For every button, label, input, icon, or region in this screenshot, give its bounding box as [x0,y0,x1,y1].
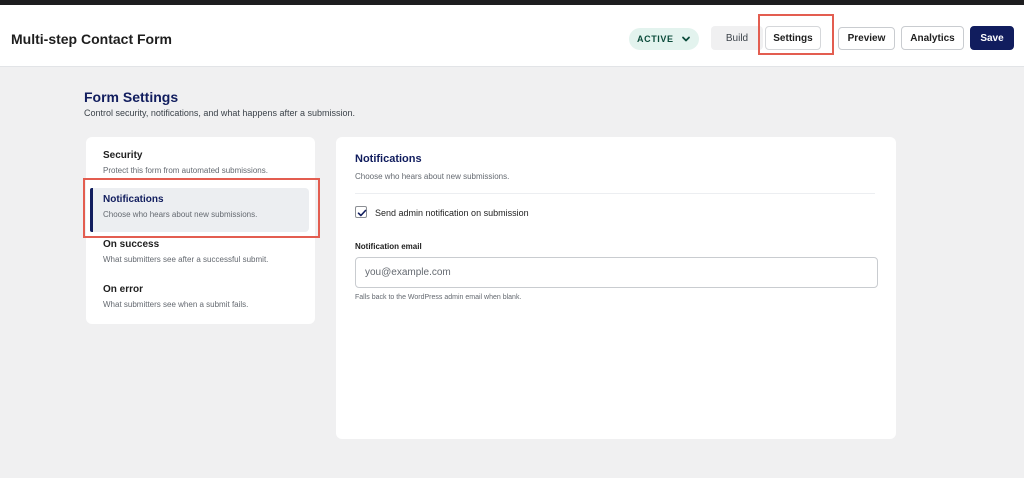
sidebar-item-description: What submitters see after a successful s… [103,255,269,264]
preview-button[interactable]: Preview [838,27,895,50]
notification-email-input[interactable] [355,257,878,288]
admin-notification-label[interactable]: Send admin notification on submission [375,208,529,218]
analytics-button[interactable]: Analytics [901,26,964,50]
sidebar-item-on-error[interactable]: On error What submitters see when a subm… [90,278,309,322]
admin-notification-checkbox[interactable] [355,206,367,218]
sidebar-item-notifications[interactable]: Notifications Choose who hears about new… [90,188,309,232]
page-title: Form Settings [84,89,179,105]
form-title: Multi-step Contact Form [11,31,172,47]
sidebar-item-label: Notifications [103,194,164,205]
save-button[interactable]: Save [970,26,1014,50]
notification-email-help: Falls back to the WordPress admin email … [355,294,522,301]
sidebar-item-label: On success [103,239,160,250]
section-title: Notifications [355,153,422,165]
status-label: ACTIVE [637,34,674,44]
sidebar-item-description: Protect this form from automated submiss… [103,166,268,175]
settings-sidebar: Security Protect this form from automate… [86,137,315,324]
sidebar-item-label: Security [103,150,143,161]
sidebar-item-on-success[interactable]: On success What submitters see after a s… [90,233,309,277]
sidebar-item-description: Choose who hears about new submissions. [103,210,258,219]
status-dropdown[interactable]: ACTIVE [629,28,699,50]
form-header: Multi-step Contact Form ACTIVE Build Set… [0,5,1024,67]
notifications-panel: Notifications Choose who hears about new… [336,137,896,439]
section-subtitle: Choose who hears about new submissions. [355,172,510,181]
section-divider [355,193,875,194]
sidebar-item-security[interactable]: Security Protect this form from automate… [90,144,309,188]
sidebar-item-description: What submitters see when a submit fails. [103,300,249,309]
page-subtitle: Control security, notifications, and wha… [84,108,355,118]
notification-email-label: Notification email [355,242,422,251]
settings-tab[interactable]: Settings [765,26,821,50]
chevron-down-icon [682,36,690,42]
checkmark-icon [357,209,367,217]
sidebar-item-label: On error [103,284,144,295]
build-tab[interactable]: Build [711,26,763,50]
